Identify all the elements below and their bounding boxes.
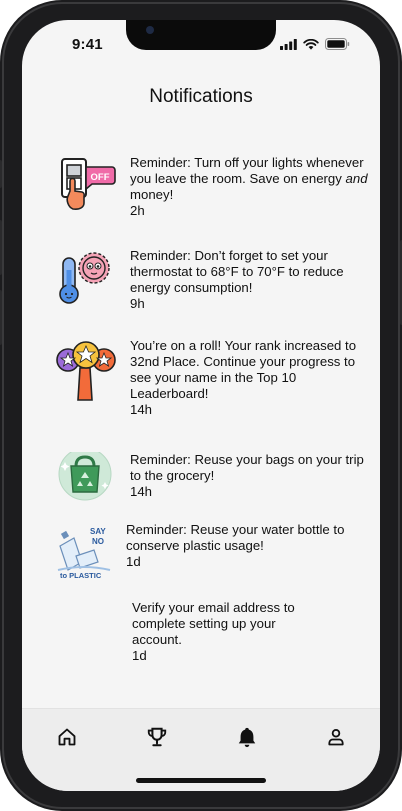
profile-icon	[328, 729, 344, 746]
front-camera	[146, 26, 154, 34]
notification-item[interactable]: You’re on a roll! Your rank increased to…	[56, 338, 376, 418]
notification-item[interactable]: Reminder: Reuse your bags on your trip t…	[56, 447, 376, 512]
notification-message: Reminder: Reuse your bags on your trip t…	[130, 452, 364, 483]
volume-down-button	[0, 290, 2, 345]
notification-time: 1d	[126, 554, 141, 569]
wifi-icon	[303, 38, 319, 50]
status-time: 9:41	[72, 36, 103, 53]
notification-message: You’re on a roll! Your rank increased to…	[130, 338, 357, 401]
svg-text:NO: NO	[92, 537, 104, 546]
tab-leaderboard[interactable]	[143, 723, 171, 751]
tab-notifications[interactable]	[233, 723, 261, 751]
trophy-icon	[147, 727, 167, 747]
say-no-to-plastic-icon: SAY NO to PLASTIC	[54, 522, 114, 582]
notch	[126, 20, 276, 50]
notification-body: Verify your email address to complete se…	[132, 600, 322, 664]
tab-home[interactable]	[53, 723, 81, 751]
cellular-signal-icon	[280, 38, 297, 50]
svg-text:OFF: OFF	[91, 172, 110, 183]
tab-profile[interactable]	[322, 723, 350, 751]
silent-switch	[0, 160, 2, 188]
notification-time: 2h	[130, 203, 145, 218]
phone-frame: 9:41 Notifications OFF Reminder: Turn of…	[0, 0, 402, 811]
volume-up-button	[0, 220, 2, 275]
status-icons	[280, 38, 350, 50]
bell-icon	[238, 727, 256, 748]
notification-message: Reminder: Turn off your lights whenever …	[130, 155, 368, 202]
svg-text:to PLASTIC: to PLASTIC	[60, 571, 102, 580]
notification-item[interactable]: Verify your email address to complete se…	[56, 600, 376, 664]
notification-message: Reminder: Reuse your water bottle to con…	[126, 522, 345, 553]
notification-time: 1d	[132, 648, 147, 663]
battery-icon	[325, 38, 350, 50]
notification-body: Reminder: Reuse your bags on your trip t…	[130, 452, 376, 512]
svg-text:SAY: SAY	[90, 527, 106, 536]
notification-time: 14h	[130, 402, 153, 417]
tab-bar	[22, 708, 380, 791]
screen: 9:41 Notifications OFF Reminder: Turn of…	[22, 20, 380, 791]
notification-body: Reminder: Don’t forget to set your therm…	[130, 248, 376, 312]
notification-icon-placeholder	[56, 600, 116, 660]
reusable-bag-icon	[56, 447, 116, 512]
page-title: Notifications	[149, 86, 253, 107]
notification-message: Reminder: Don’t forget to set your therm…	[130, 248, 344, 295]
notification-item[interactable]: Reminder: Don’t forget to set your therm…	[56, 248, 376, 312]
notification-time: 14h	[130, 484, 153, 499]
notification-body: Reminder: Turn off your lights whenever …	[130, 155, 376, 219]
light-switch-off-icon: OFF	[56, 155, 116, 215]
notification-message: Verify your email address to complete se…	[132, 600, 295, 647]
notification-item[interactable]: OFF Reminder: Turn off your lights whene…	[56, 155, 376, 219]
thermometer-sun-icon	[56, 248, 116, 308]
home-indicator[interactable]	[136, 778, 266, 783]
notification-time: 9h	[130, 296, 145, 311]
leaderboard-stars-icon	[56, 338, 116, 401]
notification-item[interactable]: SAY NO to PLASTIC Reminder: Reuse your w…	[56, 522, 376, 582]
notification-body: Reminder: Reuse your water bottle to con…	[126, 522, 376, 582]
notification-body: You’re on a roll! Your rank increased to…	[130, 338, 376, 418]
home-icon	[58, 728, 76, 746]
